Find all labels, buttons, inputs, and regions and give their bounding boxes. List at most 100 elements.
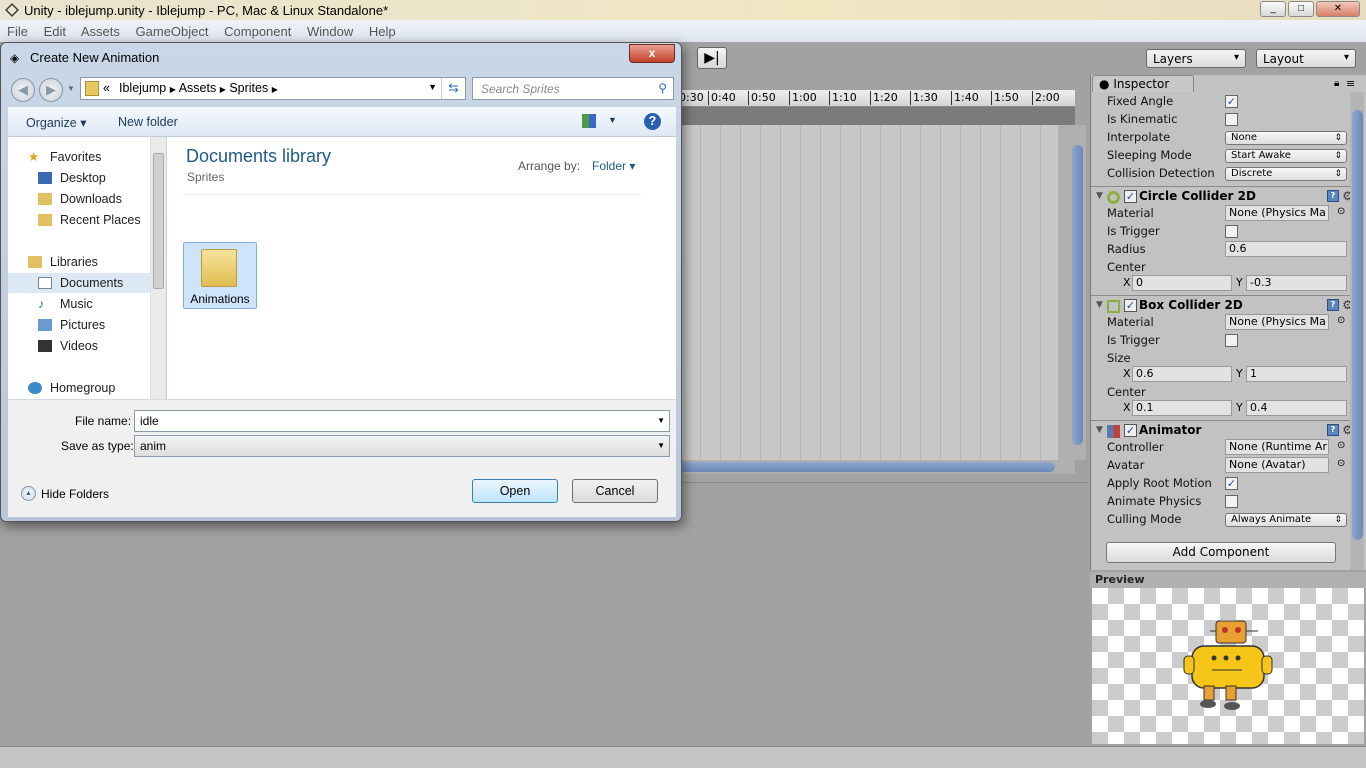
animate-physics-checkbox[interactable] [1225,495,1238,508]
center-x-field[interactable]: 0 [1132,275,1232,291]
label: Sleeping Mode [1107,148,1192,162]
nav-label: Videos [60,339,98,353]
breadcrumb-overflow[interactable]: « [103,81,110,95]
culling-mode-select[interactable]: Always Animate [1225,513,1347,527]
breadcrumb-iblejump[interactable]: Iblejump [119,81,166,95]
dialog-close-button[interactable]: x [629,44,675,63]
menu-assets[interactable]: Assets [81,24,120,39]
add-component-button[interactable]: Add Component [1106,542,1336,563]
collision-detection-select[interactable]: Discrete [1225,167,1347,181]
animator-header[interactable]: ▼ ✓ Animator ? ⚙ [1091,420,1353,440]
nav-recent-places[interactable]: Recent Places [8,210,158,230]
breadcrumb-assets[interactable]: Assets [179,81,217,95]
panel-menu-icon[interactable]: ≡ [1346,77,1355,90]
timeline-body[interactable] [680,125,1058,460]
box-collider-header[interactable]: ▼ ✓ Box Collider 2D ? ⚙ [1091,295,1353,315]
recent-locations-icon[interactable]: ▼ [67,84,75,93]
search-input[interactable]: Search Sprites ⚲ [472,77,674,100]
address-dropdown-icon[interactable]: ▼ [428,82,437,92]
open-button[interactable]: Open [472,479,558,503]
object-picker-icon[interactable]: ⊙ [1337,206,1345,217]
nav-favorites[interactable]: ★ Favorites [8,147,158,167]
size-y-field[interactable]: 1 [1246,366,1347,382]
nav-pictures[interactable]: Pictures [8,315,158,335]
maximize-button[interactable]: □ [1288,1,1314,17]
new-folder-button[interactable]: New folder [118,115,178,129]
address-bar[interactable]: « Iblejump ▶ Assets ▶ Sprites ▶ ▼ ⇆ [80,77,466,100]
arrange-by-dropdown[interactable]: Folder ▾ [592,159,635,173]
is-trigger-checkbox[interactable] [1225,334,1238,347]
change-view-icon[interactable] [582,114,596,128]
timeline-track[interactable] [680,107,1075,125]
foldout-icon[interactable]: ▼ [1096,296,1103,315]
controller-field[interactable]: None (Runtime Ar [1225,439,1329,455]
breadcrumb-sprites[interactable]: Sprites [229,81,268,95]
hide-folders-button[interactable]: Hide Folders [41,487,109,501]
navigation-scrollbar[interactable] [150,137,166,399]
back-button[interactable]: ◀ [11,78,35,102]
is-trigger-checkbox[interactable] [1225,225,1238,238]
timeline-horizontal-scrollbar[interactable] [680,460,1075,474]
step-forward-button[interactable]: ▶| [697,47,727,69]
circle-collider-header[interactable]: ▼ ✓ Circle Collider 2D ? ⚙ [1091,186,1353,206]
file-item-animations[interactable]: Animations [183,242,257,309]
nav-documents[interactable]: Documents [8,273,158,293]
interpolate-select[interactable]: None [1225,131,1347,145]
nav-homegroup[interactable]: Homegroup [8,378,158,398]
menu-file[interactable]: File [7,24,28,39]
tab-inspector[interactable]: ● Inspector [1092,75,1194,92]
refresh-icon[interactable]: ⇆ [441,78,465,99]
object-picker-icon[interactable]: ⊙ [1337,440,1345,451]
foldout-icon[interactable]: ▼ [1096,187,1103,206]
organize-button[interactable]: Organize ▾ [26,115,86,130]
center-x-field[interactable]: 0.1 [1132,400,1232,416]
close-button[interactable]: ✕ [1316,1,1360,17]
forward-button[interactable]: ▶ [39,78,63,102]
help-icon[interactable]: ? [1327,299,1339,311]
material-field[interactable]: None (Physics Ma [1225,205,1329,221]
nav-videos[interactable]: Videos [8,336,158,356]
menu-gameobject[interactable]: GameObject [136,24,209,39]
material-field[interactable]: None (Physics Ma [1225,314,1329,330]
sleeping-mode-select[interactable]: Start Awake [1225,149,1347,163]
minimize-button[interactable]: _ [1260,1,1286,17]
menu-component[interactable]: Component [224,24,291,39]
center-y-field[interactable]: 0.4 [1246,400,1347,416]
nav-libraries[interactable]: Libraries [8,252,158,272]
view-dropdown-icon[interactable]: ▼ [608,115,617,125]
nav-downloads[interactable]: Downloads [8,189,158,209]
nav-desktop[interactable]: Desktop [8,168,158,188]
timeline-ruler[interactable]: 0:30 0:40 0:50 1:00 1:10 1:20 1:30 1:40 … [676,90,1075,107]
nav-music[interactable]: ♪ Music [8,294,158,314]
menu-help[interactable]: Help [369,24,396,39]
fixed-angle-checkbox[interactable]: ✓ [1225,95,1238,108]
component-title: Animator [1139,423,1202,437]
lock-icon[interactable]: 🔒︎ [1334,78,1339,89]
timeline-vertical-scrollbar[interactable] [1058,125,1086,460]
size-x-field[interactable]: 0.6 [1132,366,1232,382]
layers-dropdown[interactable]: Layers [1146,49,1246,68]
inspector-scroll-thumb[interactable] [1352,110,1363,540]
object-picker-icon[interactable]: ⊙ [1337,458,1345,469]
menu-edit[interactable]: Edit [44,24,66,39]
circle-collider-enabled-checkbox[interactable]: ✓ [1124,190,1137,203]
help-icon[interactable]: ? [1327,424,1339,436]
library-title: Documents library [186,146,332,166]
menu-window[interactable]: Window [307,24,353,39]
avatar-field[interactable]: None (Avatar) [1225,457,1329,473]
hide-folders-icon[interactable]: ▲ [21,486,36,501]
help-icon[interactable]: ? [644,113,661,130]
file-name-input[interactable]: idle ▼ [134,410,670,432]
object-picker-icon[interactable]: ⊙ [1337,315,1345,326]
foldout-icon[interactable]: ▼ [1096,421,1103,440]
help-icon[interactable]: ? [1327,190,1339,202]
center-y-field[interactable]: -0.3 [1246,275,1347,291]
box-collider-enabled-checkbox[interactable]: ✓ [1124,299,1137,312]
radius-field[interactable]: 0.6 [1225,241,1347,257]
animator-enabled-checkbox[interactable]: ✓ [1124,424,1137,437]
save-as-type-select[interactable]: anim ▼ [134,435,670,457]
layout-dropdown[interactable]: Layout [1256,49,1356,68]
is-kinematic-checkbox[interactable] [1225,113,1238,126]
cancel-button[interactable]: Cancel [572,479,658,503]
apply-root-motion-checkbox[interactable]: ✓ [1225,477,1238,490]
